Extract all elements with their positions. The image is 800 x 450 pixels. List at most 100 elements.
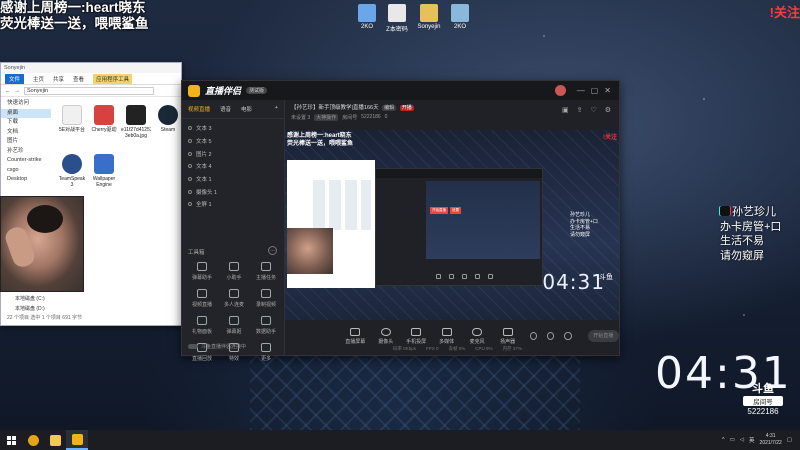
media-button[interactable]: 多媒体 [434, 327, 458, 345]
tray-clock[interactable]: 4:31 2021/7/22 [760, 433, 782, 447]
live-assistant-window[interactable]: 直播伴侣 测试版 — ▢ ✕ 视频直播 语音 电影 + 文本 3 文本 5 图片… [181, 80, 620, 362]
close-button[interactable]: ✕ [604, 86, 611, 95]
record-icon[interactable] [529, 332, 538, 340]
source-item[interactable]: 图片 2 [182, 147, 284, 160]
minimize-button[interactable]: — [577, 86, 585, 95]
tool-video-live[interactable]: 视频直播 [186, 287, 218, 310]
visibility-icon[interactable] [188, 126, 192, 131]
source-item[interactable]: 摄像头 1 [182, 185, 284, 198]
tab-home[interactable]: 主页 [33, 75, 44, 83]
taskbar-explorer[interactable] [44, 430, 66, 450]
chevron-up-icon[interactable]: ^ [722, 437, 725, 443]
start-live-button[interactable]: 开始直播 [587, 330, 620, 342]
screen-capture-button[interactable]: 直播屏幕 [343, 327, 367, 345]
file-item[interactable]: Cherry驱动 [89, 103, 119, 149]
notification-icon[interactable]: ▢ [787, 437, 792, 443]
nav-item-downloads[interactable]: 下载 [1, 118, 51, 128]
gear-icon[interactable] [564, 332, 572, 340]
desktop-icon-2[interactable]: Z本密码 [380, 4, 414, 33]
nav-item-counter-strike[interactable]: Counter-strike [1, 156, 51, 166]
desktop-icon-1[interactable]: 2KO [350, 4, 384, 30]
avatar[interactable] [554, 85, 566, 96]
nav-item-folder[interactable]: 孙艺珍 [1, 147, 51, 157]
live-tag: 开播 [399, 105, 414, 111]
tool-danmu[interactable]: 弹幕姬 [218, 314, 250, 337]
file-item[interactable]: 5E对战平台 [57, 103, 87, 149]
source-item[interactable]: 文本 3 [182, 122, 284, 135]
visibility-icon[interactable] [188, 164, 192, 169]
file-item[interactable]: TeamSpeak 3 [57, 152, 87, 198]
camera-button[interactable]: 摄像头 [373, 327, 397, 345]
tool-record[interactable]: 录制视频 [250, 287, 282, 310]
drive-c[interactable]: 本地磁盘 (C:) [15, 295, 45, 302]
maximize-button[interactable]: ▢ [591, 86, 599, 95]
nav-item-desktop[interactable]: 桌面 [1, 108, 51, 118]
start-button[interactable] [0, 430, 22, 450]
file-item[interactable]: Steam [153, 103, 183, 149]
visibility-icon[interactable] [188, 151, 192, 156]
tab-voice[interactable]: 语音 [220, 105, 231, 113]
nav-item-pictures[interactable]: 图片 [1, 137, 51, 147]
visibility-icon[interactable] [547, 332, 555, 340]
share-icon[interactable]: ⇪ [577, 106, 583, 114]
forward-arrow-icon[interactable]: → [15, 88, 21, 94]
visibility-icon[interactable] [188, 177, 192, 182]
nav-item-documents[interactable]: 文档 [1, 128, 51, 138]
bag-icon[interactable]: ▣ [562, 106, 569, 114]
drive-d[interactable]: 本地磁盘 (D:) [15, 305, 45, 312]
heart-icon[interactable]: ♡ [590, 106, 596, 114]
desktop-icon-4[interactable]: 2KO [443, 4, 477, 30]
stream-preview[interactable]: 感谢上周榜一:heart晓东 荧光棒送一送，喂喂鲨鱼 !关注 开始直播 设置 孙… [285, 130, 619, 320]
edit-tag[interactable]: 编辑 [382, 105, 397, 111]
nav-item-quick-access[interactable]: 快速访问 [1, 99, 51, 109]
tool-tasks[interactable]: 主播任务 [250, 260, 282, 283]
settings-icon[interactable]: ⚙ [605, 106, 611, 114]
tab-video-live[interactable]: 视频直播 [188, 105, 210, 113]
file-item[interactable]: e11f27d4125308877790520727 3eb0a.jpg [121, 103, 151, 149]
nav-item-desktop-folder[interactable]: Desktop [1, 175, 51, 185]
source-item[interactable]: 文本 4 [182, 160, 284, 173]
tool-data[interactable]: 数据助手 [250, 314, 282, 337]
network-icon[interactable]: ▭ [730, 437, 735, 443]
volume-icon[interactable]: ◁ [740, 437, 744, 443]
source-item[interactable]: 全屏 1 [182, 198, 284, 211]
app-title-bar[interactable]: 直播伴侣 测试版 — ▢ ✕ [182, 81, 619, 100]
add-source-icon[interactable]: + [275, 105, 278, 113]
visibility-icon[interactable] [188, 139, 192, 144]
taskbar: ^ ▭ ◁ 英 4:31 2021/7/22 ▢ [0, 430, 800, 450]
speaker-button[interactable]: 扬声器 [495, 327, 519, 345]
toggle-icon[interactable] [188, 344, 198, 349]
file-name: Wallpaper Engine [92, 176, 116, 188]
tool-assistant[interactable]: 小助手 [218, 260, 250, 283]
preview-nested-screen: 开始直播 设置 [426, 181, 540, 259]
address-bar[interactable]: Sonyejin [24, 86, 154, 95]
tab-file[interactable]: 文件 [5, 73, 25, 84]
room-number-label: 房间号 [743, 396, 783, 406]
category-badge[interactable]: 大神操作 [314, 114, 339, 121]
tool-gift-panel[interactable]: 礼物面板 [186, 314, 218, 337]
explorer-title-bar[interactable]: Sonyejin [1, 63, 181, 73]
tool-more[interactable]: 更多 [250, 341, 282, 364]
tab-movie[interactable]: 电影 [241, 105, 252, 113]
toolbox-more-button[interactable]: … [268, 246, 277, 255]
phone-cast-button[interactable]: 手机投屏 [404, 327, 428, 345]
desktop-icon-3[interactable]: Sonyejin [412, 4, 446, 30]
tool-multi-mic[interactable]: 多人连麦 [218, 287, 250, 310]
tool-label: 小助手 [226, 275, 242, 281]
tool-danmu-helper[interactable]: 弹幕助手 [186, 260, 218, 283]
file-item[interactable]: Wallpaper Engine [89, 152, 119, 198]
source-item[interactable]: 文本 5 [182, 135, 284, 148]
visibility-icon[interactable] [188, 189, 192, 194]
tab-manage[interactable]: 应用程序工具 [93, 73, 133, 84]
microphone-button[interactable]: 麦克风 [465, 327, 489, 345]
tab-view[interactable]: 查看 [73, 75, 84, 83]
back-arrow-icon[interactable]: ← [5, 88, 11, 94]
live-title[interactable]: 【孙艺珍】新手顶级教学|直播166天 [291, 105, 379, 111]
tab-share[interactable]: 共享 [53, 75, 64, 83]
source-item[interactable]: 文本 1 [182, 173, 284, 186]
taskbar-live-assistant[interactable] [66, 430, 88, 450]
nav-item-csgo[interactable]: csgo [1, 166, 51, 176]
visibility-icon[interactable] [188, 202, 192, 207]
taskbar-chrome[interactable] [22, 430, 44, 450]
input-language[interactable]: 英 [749, 436, 755, 444]
